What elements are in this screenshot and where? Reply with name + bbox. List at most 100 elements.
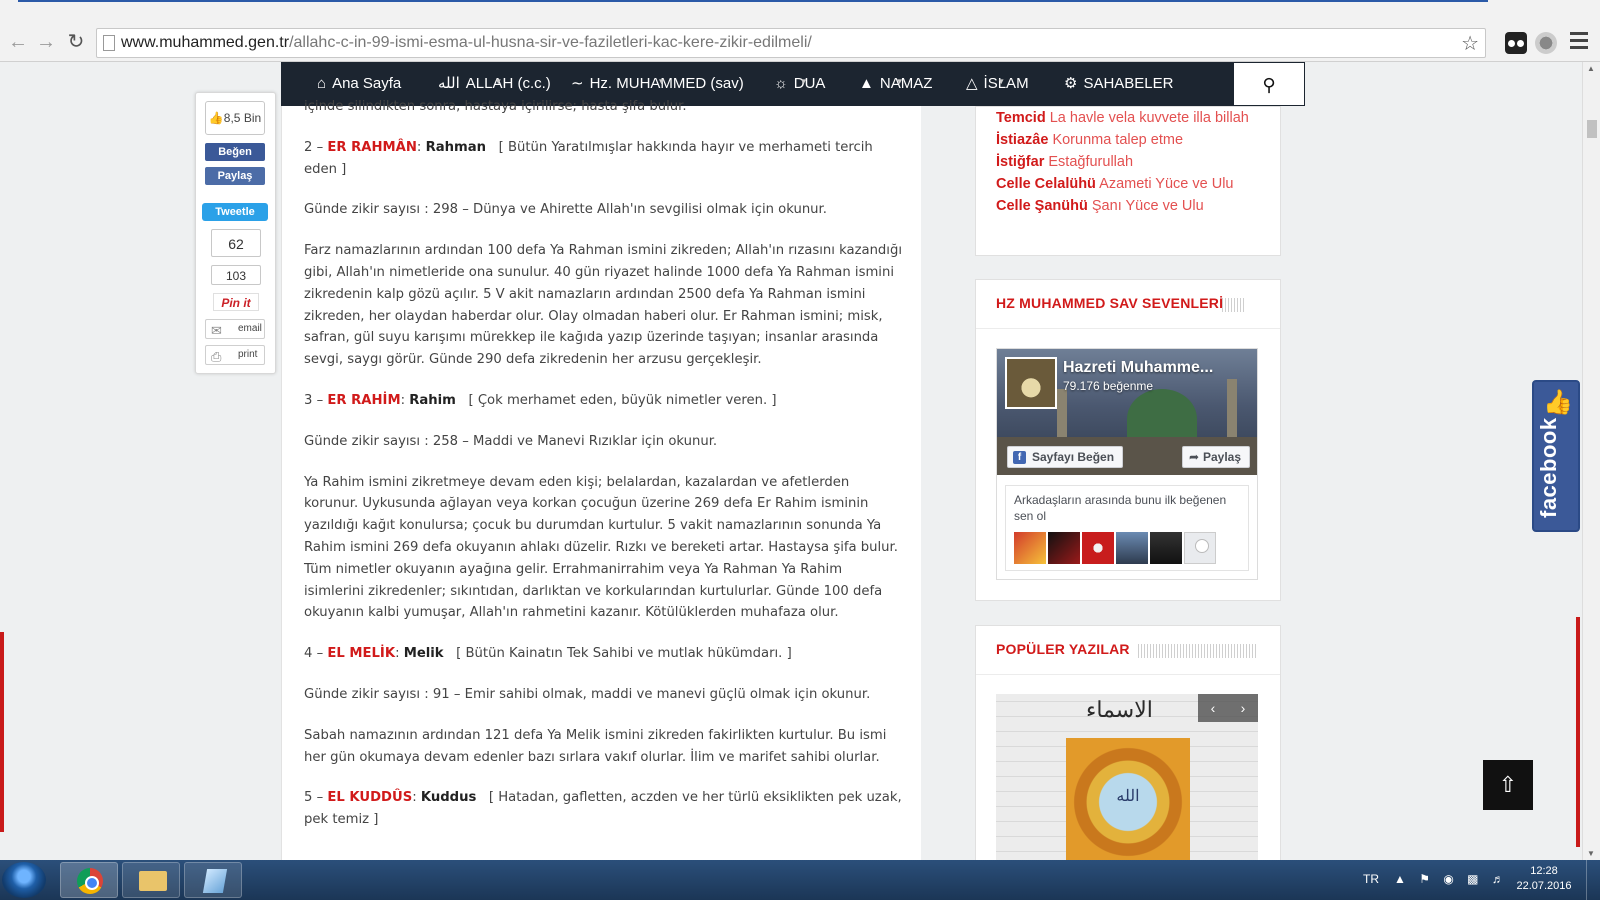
dua-item: İstiğfar Estağfurullah <box>996 151 1249 173</box>
scrollbar-thumb[interactable] <box>1587 120 1597 138</box>
forward-arrow-icon[interactable]: → <box>34 30 58 54</box>
slider-next-button[interactable]: › <box>1228 694 1258 722</box>
facebook-side-label: facebook <box>1536 417 1561 518</box>
tweet-button[interactable]: Tweetle <box>202 203 268 221</box>
web-page: ⌂ Ana Sayfa الله ALLAH (c.c.) ▼ ∼ Hz. MUHAMM… <box>0 62 1582 860</box>
search-button[interactable]: ⚲ <box>1233 62 1305 106</box>
left-decoration <box>0 632 4 832</box>
folder-icon <box>139 871 167 891</box>
url-text[interactable]: www.muhammed.gen.tr/allahc-c-in-99-ismi-… <box>121 34 812 52</box>
facebook-like-label: Beğen <box>218 146 252 158</box>
facebook-share-page-button[interactable]: ➦ Paylaş <box>1182 446 1251 468</box>
back-arrow-icon[interactable]: ← <box>6 30 30 54</box>
windows-taskbar: TR ▲ ⚑ ◉ ▩ ♬ 12:28 22.07.2016 <box>0 860 1600 900</box>
friend-avatar[interactable] <box>1116 532 1148 564</box>
friend-avatar[interactable] <box>1014 532 1046 564</box>
scroll-up-icon[interactable]: ▲ <box>1587 64 1595 73</box>
reload-icon[interactable]: ↻ <box>64 30 88 54</box>
search-icon: ⚲ <box>1262 75 1276 95</box>
facebook-cover-image[interactable]: Hazreti Muhamme... 79.176 beğenme f Sayfa… <box>997 349 1257 475</box>
mosque-dome-icon: △ <box>966 75 978 92</box>
volume-icon[interactable]: ♬ <box>1492 872 1504 886</box>
back-to-top-button[interactable]: ⇧ <box>1483 760 1533 810</box>
nav-muhammed-label: Hz. MUHAMMED (sav) <box>589 75 744 92</box>
name-number: 2 – <box>304 139 324 155</box>
tweet-count: 62 <box>211 229 261 257</box>
taskbar-chrome[interactable] <box>60 862 118 898</box>
page-icon <box>103 35 115 51</box>
popular-post-image[interactable]: الاسماء الله ‹ › <box>996 694 1258 860</box>
facebook-f-icon: f <box>1013 451 1026 464</box>
name-heading-5: 5 – EL KUDDÛS: Kuddus [ Hatadan, gaflett… <box>304 790 902 828</box>
name-turkish: Kuddus <box>420 790 477 806</box>
dua-term: Temcid <box>996 110 1046 126</box>
facebook-widget-title: HZ MUHAMMED SAV SEVENLERİ <box>996 295 1224 311</box>
dua-term: Celle Şanühü <box>996 198 1088 214</box>
start-button[interactable] <box>2 862 46 898</box>
facebook-like-page-label: Sayfayı Beğen <box>1032 450 1115 464</box>
language-indicator[interactable]: TR <box>1363 872 1379 886</box>
nav-islam[interactable]: △ İSLAM ▼ <box>966 62 1029 106</box>
print-button[interactable]: ⎙ print <box>205 345 265 365</box>
taskbar-explorer[interactable] <box>122 862 180 898</box>
facebook-side-tab[interactable]: 👍 facebook <box>1532 380 1580 532</box>
article-top-line: içinde silindikten sonra, hastaya içiril… <box>304 99 687 114</box>
dua-meaning: Azameti Yüce ve Ulu <box>1099 176 1234 192</box>
page-scrollbar[interactable]: ▲ ▼ <box>1582 62 1600 860</box>
bookmark-star-icon[interactable]: ☆ <box>1461 31 1479 56</box>
facebook-like-page-button[interactable]: f Sayfayı Beğen <box>1007 446 1124 468</box>
taskbar-app[interactable] <box>184 862 242 898</box>
tray-expand-icon[interactable]: ▲ <box>1394 872 1406 886</box>
tweet-label: Tweetle <box>215 206 255 218</box>
facebook-friends-text: Arkadaşların arasında bunu ilk beğenen s… <box>1014 493 1227 523</box>
extension-glasses-icon[interactable] <box>1505 32 1527 54</box>
facebook-share-label: Paylaş <box>217 170 253 182</box>
name-body-2: Farz namazlarının ardından 100 defa Ya R… <box>304 243 902 368</box>
network-icon[interactable]: ▩ <box>1467 872 1478 886</box>
friend-avatar[interactable] <box>1048 532 1080 564</box>
address-bar[interactable]: www.muhammed.gen.tr/allahc-c-in-99-ismi-… <box>96 28 1486 58</box>
facebook-share-button[interactable]: Paylaş <box>205 167 265 185</box>
print-label: print <box>238 349 258 360</box>
nav-allah-label: ALLAH (c.c.) <box>465 75 551 92</box>
nav-islam-label: İSLAM <box>983 75 1029 92</box>
name-description: [ Bütün Kainatın Tek Sahibi ve mutlak hü… <box>456 646 792 662</box>
dua-item: Celle Şanühü Şanı Yüce ve Ulu <box>996 195 1249 217</box>
pinit-button[interactable]: Pin it <box>213 293 259 311</box>
name-heading-4: 4 – EL MELİK: Melik [ Bütün Kainatın Tek… <box>304 646 792 662</box>
friend-avatar[interactable] <box>1150 532 1182 564</box>
dua-item: Celle Celalühü Azameti Yüce ve Ulu <box>996 173 1249 195</box>
like-count: 8,5 Bin <box>223 111 262 125</box>
dua-item: İstiazâe Korunma talep etme <box>996 129 1249 151</box>
name-number: 5 – <box>304 790 324 806</box>
url-host: www.muhammed.gen.tr <box>121 34 290 51</box>
show-desktop-button[interactable] <box>1586 860 1600 900</box>
dua-list: Temcid La havle vela kuvvete illa billah… <box>996 107 1249 217</box>
app-icon <box>202 869 228 893</box>
extension-globe-icon[interactable] <box>1535 32 1557 54</box>
action-center-icon[interactable]: ⚑ <box>1419 872 1430 886</box>
chevron-right-icon: › <box>1240 700 1246 716</box>
friend-avatar-placeholder[interactable] <box>1184 532 1216 564</box>
facebook-like-button[interactable]: Beğen <box>205 143 265 161</box>
slider-prev-button[interactable]: ‹ <box>1198 694 1228 722</box>
tray-app-icon[interactable]: ◉ <box>1443 872 1453 886</box>
nav-sahabeler[interactable]: ⚙ SAHABELER <box>1064 62 1174 106</box>
printer-icon: ⎙ <box>211 349 222 364</box>
thumbs-up-icon: 👍 <box>208 111 224 125</box>
nav-sahabeler-label: SAHABELER <box>1083 75 1174 92</box>
calligraphy-icon: الاسماء <box>1086 698 1153 723</box>
scroll-down-icon[interactable]: ▼ <box>1587 849 1595 858</box>
like-counter[interactable]: 👍8,5 Bin <box>205 101 265 135</box>
arrow-up-icon: ⇧ <box>1498 772 1518 797</box>
zikir-count-3: Günde zikir sayısı : 258 – Maddi ve Mane… <box>304 433 718 449</box>
friend-avatar[interactable] <box>1082 532 1114 564</box>
email-button[interactable]: ✉ email <box>205 319 265 339</box>
clock[interactable]: 12:28 22.07.2016 <box>1514 864 1574 894</box>
zikir-count-2: Günde zikir sayısı : 298 – Dünya ve Ahir… <box>304 202 827 218</box>
facebook-page-name[interactable]: Hazreti Muhamme... <box>1063 359 1213 377</box>
facebook-page-avatar[interactable] <box>1005 357 1057 409</box>
zikir-count-4: Günde zikir sayısı : 91 – Emir sahibi ol… <box>304 686 871 702</box>
dua-meaning: Korunma talep etme <box>1052 132 1184 148</box>
browser-menu-icon[interactable] <box>1570 32 1588 52</box>
